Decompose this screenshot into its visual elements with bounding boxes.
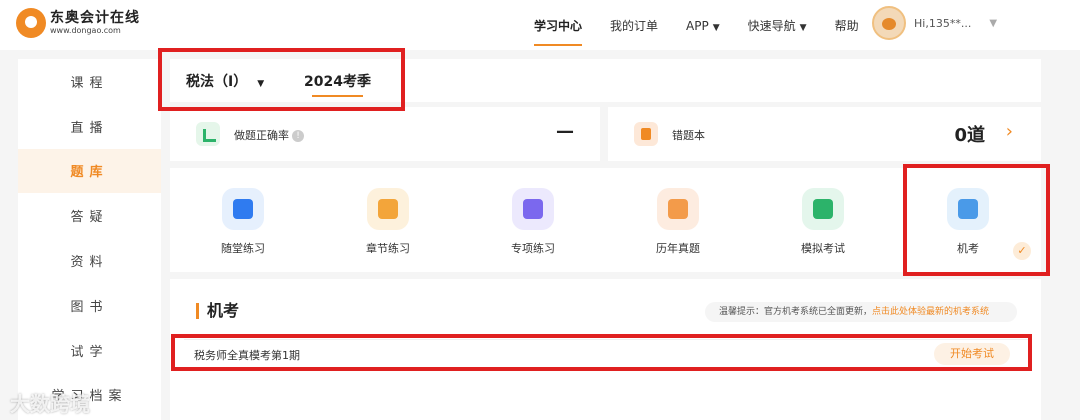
brand-name: 东奥会计在线 [50,10,140,26]
main-nav: 学习中心 我的订单 APP ▼ 快速导航 ▼ 帮助 [520,0,873,50]
wrong-count: 0道 [954,125,985,146]
sidebar-item-label: 题库 [70,165,109,181]
notice-link[interactable]: 点击此处体验最新的机考系统 [872,307,989,317]
checkmark-icon: ✓ [1013,242,1031,260]
mode-label: 历年真题 [656,242,700,255]
nav-help[interactable]: 帮助 [835,0,859,50]
nav-label: APP [686,19,709,33]
nav-label: 快速导航 [747,19,796,33]
user-menu[interactable]: Hi,135**... ▼ [872,6,997,40]
accuracy-label: 做题正确率! [234,127,304,143]
info-icon[interactable]: ! [292,130,304,142]
exam-row: 税务师全真模考第1期 开始考试 [184,339,1030,369]
notice-text: 温馨提示：官方机考系统已全面更新， [719,307,873,317]
mode-label: 章节练习 [366,242,410,255]
top-navigation-bar: 东奥会计在线 www.dongao.com 学习中心 我的订单 APP ▼ 快速导… [0,0,1080,50]
sidebar-item-question-bank[interactable]: 题库 [18,148,161,194]
sidebar-item-courses[interactable]: 课程 [18,59,161,104]
sidebar-item-label: 资料 [70,255,109,271]
caret-down-icon: ▼ [799,23,807,33]
sidebar-item-label: 答疑 [70,210,109,226]
sidebar-item-materials[interactable]: 资料 [18,238,161,283]
nav-label: 学习中心 [534,19,583,33]
practice-modes: 随堂练习 章节练习 专项练习 历年真题 模拟考试 机考 ✓ [170,168,1041,272]
avatar[interactable] [872,6,906,40]
caret-down-icon: ▼ [257,79,265,89]
subject-name: 税法（Ⅰ） [186,74,248,90]
brand-logo[interactable]: 东奥会计在线 www.dongao.com [16,8,140,38]
mode-label: 专项练习 [511,242,555,255]
chevron-right-icon[interactable]: › [1006,121,1013,142]
start-exam-button[interactable]: 开始考试 [934,343,1010,365]
mode-classroom-practice[interactable]: 随堂练习 [170,168,316,272]
nav-learning-center[interactable]: 学习中心 [534,0,583,50]
watermark: 大数跨境 [10,392,90,416]
sidebar-item-label: 直播 [70,120,109,136]
wrong-book-label: 错题本 [672,129,705,142]
mode-mock-exam[interactable]: 模拟考试 [750,168,896,272]
sidebar: 课程 直播 题库 答疑 资料 图书 试学 学习档案 [18,59,161,420]
exam-paper-icon [657,188,699,230]
book-icon [367,188,409,230]
chart-icon [196,122,220,146]
laptop-icon [222,188,264,230]
mode-computer-exam[interactable]: 机考 ✓ [895,168,1041,272]
mode-past-papers[interactable]: 历年真题 [605,168,751,272]
brand-url: www.dongao.com [50,26,121,35]
calendar-icon [802,188,844,230]
exam-name: 税务师全真模考第1期 [194,349,300,362]
notice-banner: 温馨提示：官方机考系统已全面更新，点击此处体验最新的机考系统 [705,302,1017,322]
sidebar-item-label: 试学 [70,344,109,360]
nav-quick-navigation[interactable]: 快速导航 ▼ [748,0,807,50]
sidebar-item-live[interactable]: 直播 [18,104,161,149]
user-name: Hi,135**... [914,16,972,30]
notebook-icon [634,122,658,146]
season-tab[interactable]: 2024考季 [304,71,371,97]
document-icon [512,188,554,230]
sidebar-item-qa[interactable]: 答疑 [18,193,161,238]
mode-special-practice[interactable]: 专项练习 [460,168,606,272]
chevron-down-icon[interactable]: ▼ [989,18,997,29]
logo-icon [16,8,46,38]
nav-app[interactable]: APP ▼ [686,0,720,50]
sidebar-item-label: 课程 [70,75,109,91]
logo-text: 东奥会计在线 www.dongao.com [50,10,140,36]
mode-label: 模拟考试 [801,242,845,255]
wrong-book-card[interactable]: 错题本 0道 › [608,107,1041,161]
computer-exam-icon [947,188,989,230]
subject-bar: 税法（Ⅰ） ▼ 2024考季 [170,59,1041,102]
nav-my-orders[interactable]: 我的订单 [610,0,658,50]
nav-label: 帮助 [834,19,859,33]
accuracy-card: 做题正确率! — [170,107,600,161]
computer-exam-section: 机考 温馨提示：官方机考系统已全面更新，点击此处体验最新的机考系统 税务师全真模… [170,279,1041,420]
mode-chapter-practice[interactable]: 章节练习 [315,168,461,272]
accuracy-value: — [556,121,574,142]
subject-selector[interactable]: 税法（Ⅰ） ▼ [186,71,264,91]
mode-label: 随堂练习 [221,242,265,255]
section-title: 机考 [196,303,239,319]
accuracy-label-text: 做题正确率 [234,129,289,142]
caret-down-icon: ▼ [712,23,720,33]
nav-label: 我的订单 [610,19,659,33]
sidebar-item-label: 图书 [70,299,109,315]
sidebar-item-books[interactable]: 图书 [18,283,161,328]
sidebar-item-trial[interactable]: 试学 [18,328,161,373]
